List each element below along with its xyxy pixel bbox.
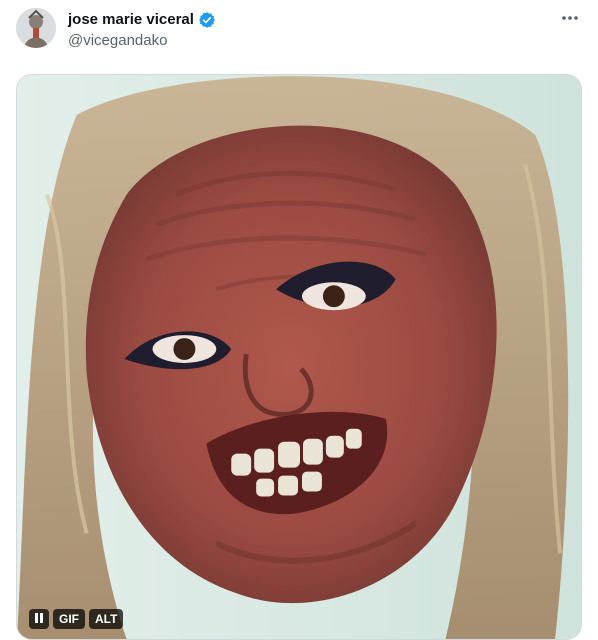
display-name[interactable]: jose marie viceral: [68, 10, 194, 30]
more-horizontal-icon: [560, 8, 580, 33]
tweet: jose marie viceral @vicegandako GIF ALT: [0, 0, 598, 640]
gif-badge: GIF: [53, 609, 85, 629]
verified-badge-icon[interactable]: [198, 11, 216, 29]
author-names: jose marie viceral @vicegandako: [68, 10, 216, 51]
gif-frame-image: [17, 75, 581, 639]
tweet-header: jose marie viceral @vicegandako: [16, 8, 582, 52]
more-options-button[interactable]: [558, 8, 582, 32]
media-controls: GIF ALT: [29, 609, 124, 629]
alt-text-button[interactable]: ALT: [89, 609, 124, 629]
avatar[interactable]: [16, 8, 56, 48]
pause-button[interactable]: [29, 609, 49, 629]
author-handle[interactable]: @vicegandako: [68, 31, 216, 51]
tweet-media-gif[interactable]: GIF ALT: [16, 74, 582, 640]
display-name-row: jose marie viceral: [68, 10, 216, 30]
pause-icon: [34, 609, 44, 629]
